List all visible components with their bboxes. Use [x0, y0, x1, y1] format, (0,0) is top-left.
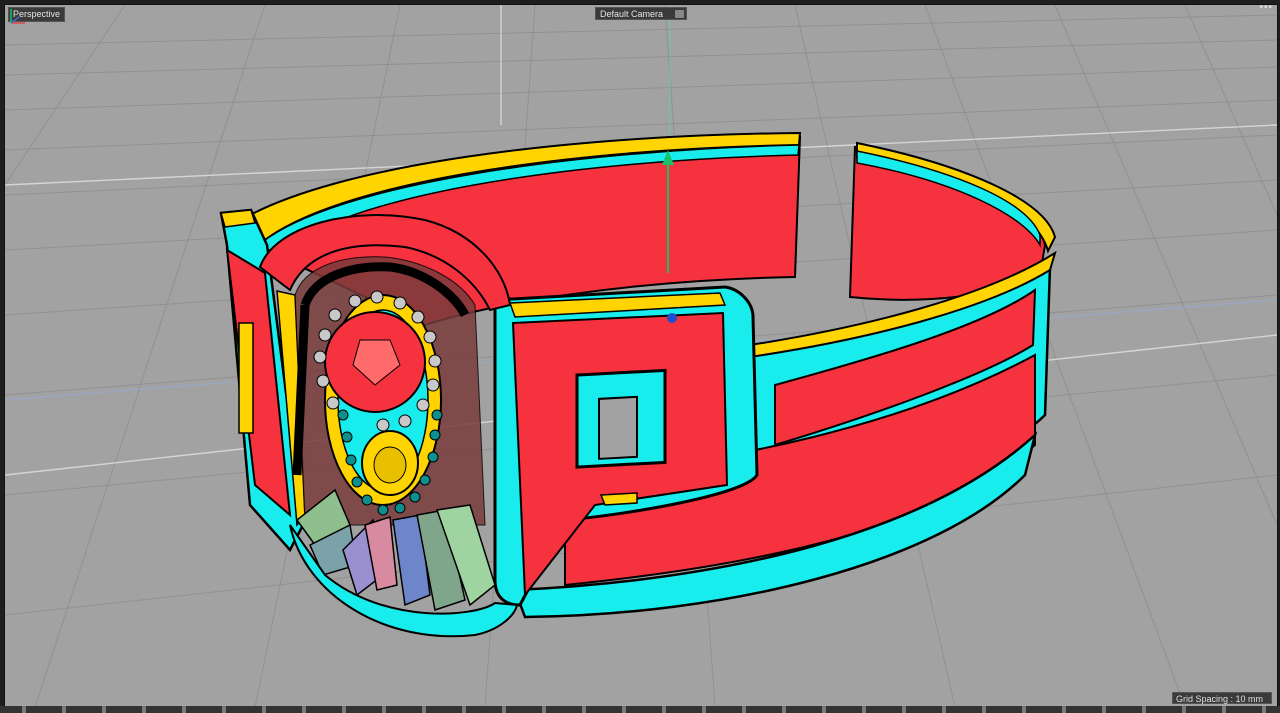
clasp-window-hole [598, 395, 638, 460]
camera-icon[interactable] [675, 10, 684, 18]
app-frame: Perspective Default Camera ••• Grid Spac… [0, 0, 1280, 713]
gold-coin-inner [373, 446, 407, 484]
clasp-window-ledge [599, 492, 638, 506]
gizmo-pivot[interactable] [667, 313, 677, 323]
hinge-slot[interactable] [238, 322, 254, 434]
3d-viewport[interactable]: Perspective Default Camera ••• Grid Spac… [4, 4, 1278, 708]
camera-label: Default Camera [600, 9, 664, 19]
timeline-strip[interactable] [0, 706, 1280, 713]
ellipsis-icon[interactable]: ••• [1259, 5, 1273, 13]
scene-canvas[interactable] [5, 5, 1277, 707]
axis-triad-icon [10, 9, 25, 24]
camera-selector[interactable]: Default Camera [595, 7, 687, 20]
grid-spacing-readout: Grid Spacing : 10 mm [1172, 692, 1272, 704]
